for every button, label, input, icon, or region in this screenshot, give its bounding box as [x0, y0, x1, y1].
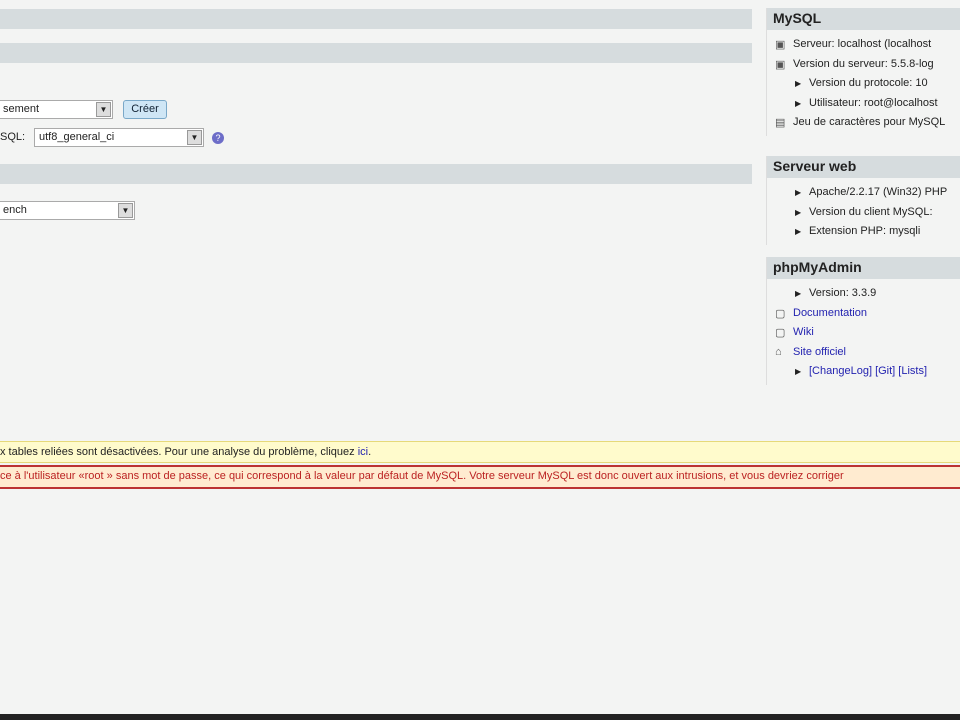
bullet-icon: ▶ [795, 367, 802, 376]
select-value: sement [3, 103, 40, 115]
panel-title: Serveur web [767, 156, 960, 178]
error-message: ce à l'utilisateur «root » sans mot de p… [0, 465, 960, 489]
bottom-border [0, 714, 960, 720]
chevron-down-icon: ▼ [187, 130, 202, 145]
bullet-icon: ▶ [795, 289, 802, 298]
protocol-version: ▶ Version du protocole: 10 [767, 77, 960, 97]
collation-select[interactable]: sement ▼ [0, 100, 113, 119]
pma-version: ▶ Version: 3.3.9 [767, 287, 960, 307]
item-text: Apache/2.2.17 (Win32) PHP [809, 186, 948, 198]
bullet-icon: ▶ [795, 98, 802, 108]
section-header [0, 9, 752, 29]
mysql-server: ▣ Serveur: localhost (localhost [767, 38, 960, 58]
php-extension: ▶ Extension PHP: mysqli [767, 225, 960, 245]
bullet-icon: ▶ [795, 207, 802, 217]
notice-text: x tables reliées sont désactivées. Pour … [0, 446, 358, 458]
git-link[interactable]: [Git] [875, 365, 895, 377]
bullet-icon: ▶ [795, 227, 802, 236]
section-header [0, 164, 752, 184]
notice-message: x tables reliées sont désactivées. Pour … [0, 441, 960, 463]
connection-collation-select[interactable]: utf8_general_ci ▼ [34, 128, 204, 147]
item-text: Serveur: localhost (localhost [793, 38, 932, 50]
server-icon: ▣ [775, 39, 786, 51]
item-text: Version: 3.3.9 [809, 287, 877, 299]
theme-select[interactable]: ench ▼ [0, 201, 135, 220]
mysql-panel: MySQL ▣ Serveur: localhost (localhost ▣ Ve… [766, 8, 960, 136]
item-text: Version du client MySQL: [809, 205, 933, 218]
changelog-link[interactable]: [ChangeLog] [809, 365, 872, 377]
docs-icon: ▢ [775, 327, 786, 339]
chevron-down-icon: ▼ [96, 102, 111, 117]
bullet-icon: ▶ [795, 79, 802, 88]
docs-icon: ▢ [775, 307, 786, 320]
home-icon: ⌂ [775, 345, 782, 358]
mysql-client-version: ▶ Version du client MySQL: [767, 206, 960, 226]
panel-title: MySQL [767, 8, 960, 30]
charset-icon: ▤ [775, 117, 786, 129]
mysql-user: ▶ Utilisateur: root@localhost [767, 97, 960, 117]
webserver-panel: Serveur web ▶ Apache/2.2.17 (Win32) PHP ▶… [766, 156, 960, 245]
item-text: Utilisateur: root@localhost [809, 96, 938, 109]
bullet-icon: ▶ [795, 188, 802, 197]
section-header [0, 43, 752, 63]
panel-title: phpMyAdmin [767, 257, 960, 279]
phpmyadmin-panel: phpMyAdmin ▶ Version: 3.3.9 ▢ Documentatio… [766, 257, 960, 385]
site-link[interactable]: Site officiel [793, 346, 846, 358]
server-icon: ▣ [775, 58, 786, 71]
select-value: utf8_general_ci [39, 131, 115, 143]
documentation-item: ▢ Documentation [767, 307, 960, 327]
site-item: ⌂ Site officiel [767, 346, 960, 366]
apache-version: ▶ Apache/2.2.17 (Win32) PHP [767, 186, 960, 206]
select-value: ench [3, 204, 27, 216]
item-text: Jeu de caractères pour MySQL [793, 116, 946, 128]
chevron-down-icon: ▼ [118, 203, 133, 218]
wiki-link[interactable]: Wiki [793, 326, 814, 338]
item-text: Extension PHP: mysqli [809, 225, 921, 237]
mysql-version: ▣ Version du serveur: 5.5.8-log [767, 58, 960, 78]
help-icon[interactable]: ? [212, 132, 224, 144]
documentation-link[interactable]: Documentation [793, 307, 867, 319]
lists-link[interactable]: [Lists] [898, 365, 927, 377]
collation-label: SQL: [0, 131, 26, 143]
create-button[interactable]: Créer [123, 100, 167, 119]
notice-link[interactable]: ici [358, 446, 368, 458]
notice-end: . [368, 446, 372, 458]
mysql-charset: ▤ Jeu de caractères pour MySQL [767, 116, 960, 136]
item-text: Version du serveur: 5.5.8-log [793, 57, 934, 70]
links-item: ▶ [ChangeLog] [Git] [Lists] [767, 365, 960, 385]
item-text: Version du protocole: 10 [809, 77, 928, 89]
wiki-item: ▢ Wiki [767, 326, 960, 346]
